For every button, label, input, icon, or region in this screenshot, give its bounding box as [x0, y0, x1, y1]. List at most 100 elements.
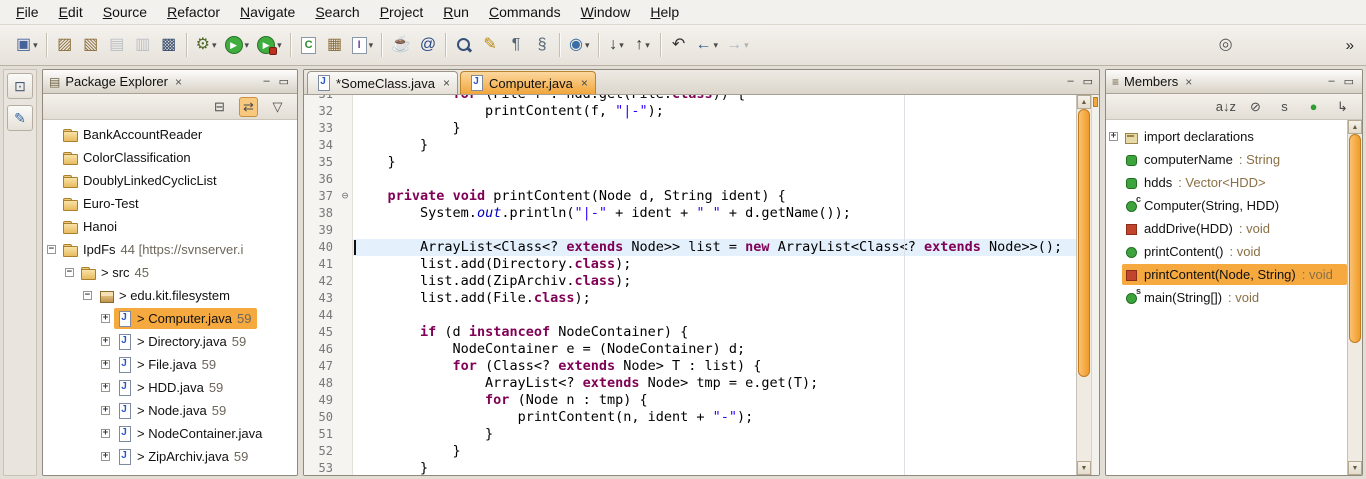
tree-item-doublylinkedcycliclist[interactable]: DoublyLinkedCyclicList: [43, 169, 297, 192]
expand-icon[interactable]: +: [101, 360, 110, 369]
member-computer-string-hdd[interactable]: Computer(String, HDD): [1106, 194, 1347, 217]
maximize-view-button[interactable]: [1344, 75, 1354, 88]
editor-scrollbar[interactable]: [1076, 95, 1091, 475]
editor-scrollbar-thumb[interactable]: [1078, 109, 1090, 377]
code-line-38[interactable]: 38 System.out.println("|-" + ident + " "…: [304, 205, 1076, 222]
code-line-36[interactable]: 36: [304, 171, 1076, 188]
hide-static-members-button[interactable]: s: [1275, 97, 1294, 117]
menu-window[interactable]: Window: [571, 0, 641, 24]
close-tab-icon[interactable]: [443, 76, 450, 90]
minimize-editor-button[interactable]: [1067, 75, 1073, 88]
member-computername[interactable]: computerName : String: [1106, 148, 1347, 171]
new-package-button[interactable]: ▦: [323, 31, 347, 59]
code-line-47[interactable]: 47 for (Class<? extends Node> T : list) …: [304, 358, 1076, 375]
web-browser-button[interactable]: ◉▾: [566, 31, 593, 59]
tree-item-edu-kit-filesystem[interactable]: −> edu.kit.filesystem: [43, 284, 297, 307]
code-line-48[interactable]: 48 ArrayList<? extends Node> tmp = e.get…: [304, 375, 1076, 392]
code-line-44[interactable]: 44: [304, 307, 1076, 324]
tree-item-hanoi[interactable]: Hanoi: [43, 215, 297, 238]
code-line-45[interactable]: 45 if (d instanceof NodeContainer) {: [304, 324, 1076, 341]
code-line-43[interactable]: 43 list.add(File.class);: [304, 290, 1076, 307]
menu-project[interactable]: Project: [370, 0, 434, 24]
members-scrollbar[interactable]: [1347, 120, 1362, 475]
show-source-button[interactable]: §: [530, 31, 554, 59]
fast-view-editor-button[interactable]: ✎: [7, 105, 33, 131]
tree-item-nodecontainer-java[interactable]: +> NodeContainer.java: [43, 422, 297, 445]
new-interface-button[interactable]: I▾: [349, 31, 377, 59]
tree-item-hdd-java[interactable]: +> HDD.java 59: [43, 376, 297, 399]
tree-item-node-java[interactable]: +> Node.java 59: [43, 399, 297, 422]
code-line-42[interactable]: 42 list.add(ZipArchiv.class);: [304, 273, 1076, 290]
sort-members-button[interactable]: a↓z: [1216, 97, 1236, 117]
link-with-editor-button[interactable]: ⇄: [239, 97, 258, 117]
pin-editor-button[interactable]: ◎: [1214, 31, 1238, 59]
code-line-35[interactable]: 35 }: [304, 154, 1076, 171]
code-line-52[interactable]: 52 }: [304, 443, 1076, 460]
hide-fields-button[interactable]: ⊘: [1246, 97, 1265, 117]
scroll-down-button[interactable]: [1077, 461, 1091, 475]
tab-someclass-java[interactable]: *SomeClass.java: [307, 71, 458, 94]
collapse-icon[interactable]: −: [65, 268, 74, 277]
member-adddrive-hdd[interactable]: addDrive(HDD) : void: [1106, 217, 1347, 240]
menu-commands[interactable]: Commands: [479, 0, 571, 24]
hide-non-public-members-button[interactable]: ●: [1304, 97, 1323, 117]
export-jar-button[interactable]: ☕: [388, 31, 414, 59]
overview-ruler[interactable]: [1091, 95, 1099, 475]
collapse-icon[interactable]: −: [47, 245, 56, 254]
maximize-editor-button[interactable]: [1083, 75, 1093, 88]
menu-file[interactable]: File: [6, 0, 49, 24]
menu-refactor[interactable]: Refactor: [157, 0, 230, 24]
expand-icon[interactable]: +: [1109, 132, 1118, 141]
member-main-string[interactable]: main(String[]) : void: [1106, 286, 1347, 309]
back-button[interactable]: ←▾: [693, 31, 722, 59]
code-line-53[interactable]: 53 }: [304, 460, 1076, 475]
maximize-view-button[interactable]: [279, 75, 289, 88]
debug-button[interactable]: ⚙▾: [193, 31, 220, 59]
last-edit-location-button[interactable]: ↶: [667, 31, 691, 59]
code-line-50[interactable]: 50 printContent(n, ident + "-");: [304, 409, 1076, 426]
toolbar-overflow-button[interactable]: »: [1346, 37, 1358, 54]
code-line-37[interactable]: 37⊖ private void printContent(Node d, St…: [304, 188, 1076, 205]
tree-item-bankaccountreader[interactable]: BankAccountReader: [43, 123, 297, 146]
scroll-up-button[interactable]: [1348, 120, 1362, 134]
member-printcontent[interactable]: printContent() : void: [1106, 240, 1347, 263]
expand-icon[interactable]: +: [101, 429, 110, 438]
tree-item-computer-java[interactable]: +> Computer.java 59: [43, 307, 297, 330]
minimize-view-button[interactable]: [263, 75, 269, 88]
tree-item-directory-java[interactable]: +> Directory.java 59: [43, 330, 297, 353]
tab-computer-java[interactable]: Computer.java: [460, 71, 596, 94]
next-annotation-button[interactable]: ↓▾: [605, 31, 629, 59]
code-line-31[interactable]: 31 for (File f : hdd.get(File.class)) {: [304, 95, 1076, 103]
show-whitespace-button[interactable]: ¶: [504, 31, 528, 59]
tree-item-src[interactable]: −> src 45: [43, 261, 297, 284]
expand-icon[interactable]: +: [101, 452, 110, 461]
view-menu-button[interactable]: ▽: [268, 97, 287, 117]
code-line-51[interactable]: 51 }: [304, 426, 1076, 443]
menu-run[interactable]: Run: [433, 0, 479, 24]
search-button[interactable]: [452, 31, 476, 59]
expand-icon[interactable]: +: [101, 383, 110, 392]
tree-item-colorclassification[interactable]: ColorClassification: [43, 146, 297, 169]
hide-local-types-button[interactable]: ↳: [1333, 97, 1352, 117]
code-line-34[interactable]: 34 }: [304, 137, 1076, 154]
member-hdds[interactable]: hdds : Vector<HDD>: [1106, 171, 1347, 194]
menu-search[interactable]: Search: [305, 0, 369, 24]
tree-item-ziparchiv-java[interactable]: +> ZipArchiv.java 59: [43, 445, 297, 468]
expand-icon[interactable]: +: [101, 406, 110, 415]
expand-icon[interactable]: +: [101, 337, 110, 346]
close-tab-icon[interactable]: [581, 76, 588, 90]
close-view-icon[interactable]: [1185, 75, 1192, 89]
menu-help[interactable]: Help: [640, 0, 689, 24]
scroll-down-button[interactable]: [1348, 461, 1362, 475]
code-editor[interactable]: 31 for (File f : hdd.get(File.class)) { 3…: [304, 95, 1099, 475]
collapse-all-button[interactable]: ⊟: [210, 97, 229, 117]
run-button[interactable]: ▶▾: [222, 31, 253, 59]
code-line-33[interactable]: 33 }: [304, 120, 1076, 137]
menu-edit[interactable]: Edit: [49, 0, 93, 24]
code-line-41[interactable]: 41 list.add(Directory.class);: [304, 256, 1076, 273]
code-line-49[interactable]: 49 for (Node n : tmp) {: [304, 392, 1076, 409]
member-import-declarations[interactable]: +import declarations: [1106, 125, 1347, 148]
fast-view-restore-button[interactable]: ⊡: [7, 73, 33, 99]
menu-navigate[interactable]: Navigate: [230, 0, 305, 24]
code-line-40[interactable]: 40 ArrayList<Class<? extends Node>> list…: [304, 239, 1076, 256]
